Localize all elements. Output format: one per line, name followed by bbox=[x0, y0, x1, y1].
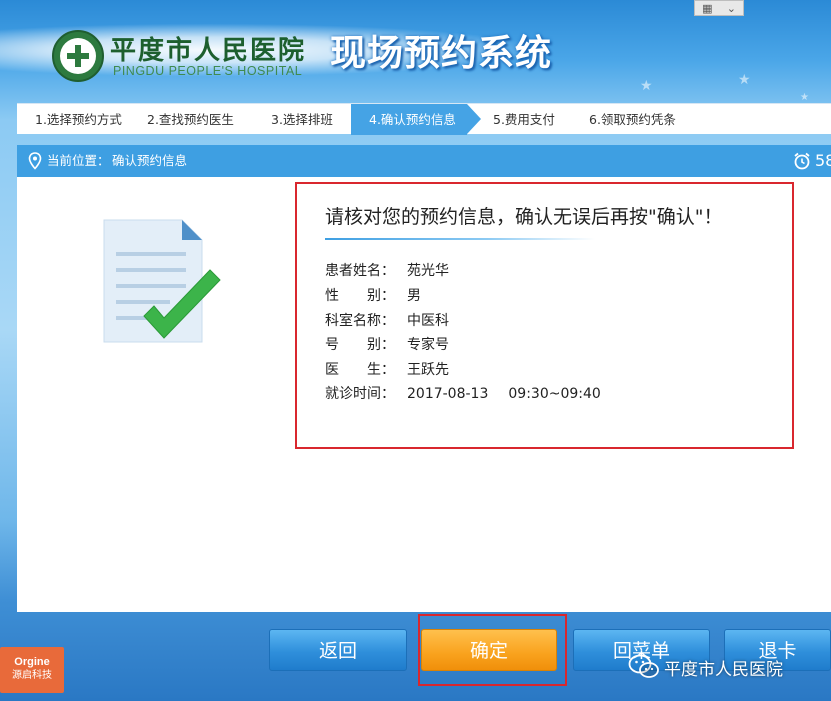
step-2: 2.查找预约医生 bbox=[147, 112, 234, 127]
step-5: 5.费用支付 bbox=[493, 112, 555, 127]
window-controls[interactable]: ▦ ⌄ bbox=[694, 0, 744, 16]
step-progress-bar: 1.选择预约方式 2.查找预约医生 3.选择排班 4.确认预约信息 5.费用支付… bbox=[17, 103, 831, 135]
confirm-info-box: 请核对您的预约信息，确认无误后再按"确认"！ 患者姓名： 苑光华 性 别： 男 科室… bbox=[295, 182, 794, 449]
info-row-gender: 性 别： 男 bbox=[325, 285, 421, 305]
chevron-down-icon[interactable]: ⌄ bbox=[727, 2, 736, 15]
vendor-name-cn: 源启科技 bbox=[12, 670, 52, 681]
info-label: 号 别： bbox=[325, 337, 395, 353]
confirm-title: 请核对您的预约信息，确认无误后再按"确认"！ bbox=[325, 206, 723, 228]
back-button[interactable]: 返回 bbox=[269, 629, 407, 671]
info-value: 男 bbox=[407, 288, 421, 304]
confirm-button[interactable]: 确定 bbox=[421, 629, 557, 671]
star-icon: ★ bbox=[738, 72, 751, 88]
info-value: 王跃先 bbox=[407, 362, 449, 378]
info-row-patient-name: 患者姓名： 苑光华 bbox=[325, 260, 449, 280]
info-row-department: 科室名称： 中医科 bbox=[325, 310, 449, 330]
info-row-visit-time: 就诊时间： 2017-08-13 09:30~09:40 bbox=[325, 383, 601, 403]
info-label: 性 别： bbox=[325, 288, 395, 304]
step-6: 6.领取预约凭条 bbox=[589, 112, 676, 127]
wechat-watermark: 平度市人民医院 bbox=[628, 654, 783, 680]
info-value-date: 2017-08-13 bbox=[407, 386, 489, 402]
hospital-name-en: PINGDU PEOPLE'S HOSPITAL bbox=[113, 64, 303, 78]
cross-icon bbox=[67, 45, 89, 67]
star-icon: ★ bbox=[800, 92, 809, 103]
info-row-doctor: 医 生： 王跃先 bbox=[325, 359, 449, 379]
main-panel: 当前位置： 确认预约信息 58 请核对您的预约信息，确认无误后再按"确认"！ 患… bbox=[17, 145, 831, 612]
info-label: 患者姓名： bbox=[325, 263, 395, 279]
info-value-time: 09:30~09:40 bbox=[508, 386, 601, 402]
hospital-logo-icon bbox=[52, 30, 104, 82]
location-label: 当前位置： bbox=[47, 153, 110, 168]
watermark-text: 平度市人民医院 bbox=[664, 659, 783, 680]
location-bar: 当前位置： 确认预约信息 58 bbox=[17, 145, 831, 177]
step-3: 3.选择排班 bbox=[271, 112, 333, 127]
info-row-ticket-type: 号 别： 专家号 bbox=[325, 334, 449, 354]
step-1: 1.选择预约方式 bbox=[35, 112, 122, 127]
location-value: 确认预约信息 bbox=[112, 153, 188, 168]
document-check-icon bbox=[103, 219, 221, 343]
grid-icon[interactable]: ▦ bbox=[702, 2, 712, 15]
info-label: 医 生： bbox=[325, 362, 395, 378]
system-title: 现场预约系统 bbox=[330, 33, 553, 74]
header: 平度市人民医院 PINGDU PEOPLE'S HOSPITAL 现场预约系统 … bbox=[0, 0, 831, 103]
info-label: 科室名称： bbox=[325, 313, 395, 329]
vendor-logo: Orgine 源启科技 bbox=[0, 647, 64, 693]
info-value: 中医科 bbox=[407, 313, 449, 329]
star-icon: ★ bbox=[640, 78, 653, 94]
info-value: 专家号 bbox=[407, 337, 449, 353]
alarm-clock-icon bbox=[794, 152, 810, 170]
countdown-timer: 58 bbox=[815, 151, 831, 170]
location-pin-icon bbox=[28, 152, 42, 170]
logo-inner bbox=[60, 38, 96, 74]
info-label: 就诊时间： bbox=[325, 386, 395, 402]
hospital-name: 平度市人民医院 bbox=[110, 36, 307, 66]
title-underline bbox=[325, 238, 595, 240]
vendor-name-en: Orgine bbox=[14, 656, 50, 668]
wechat-icon bbox=[628, 654, 659, 678]
info-value: 苑光华 bbox=[407, 263, 449, 279]
step-4-active: 4.确认预约信息 bbox=[351, 104, 481, 135]
